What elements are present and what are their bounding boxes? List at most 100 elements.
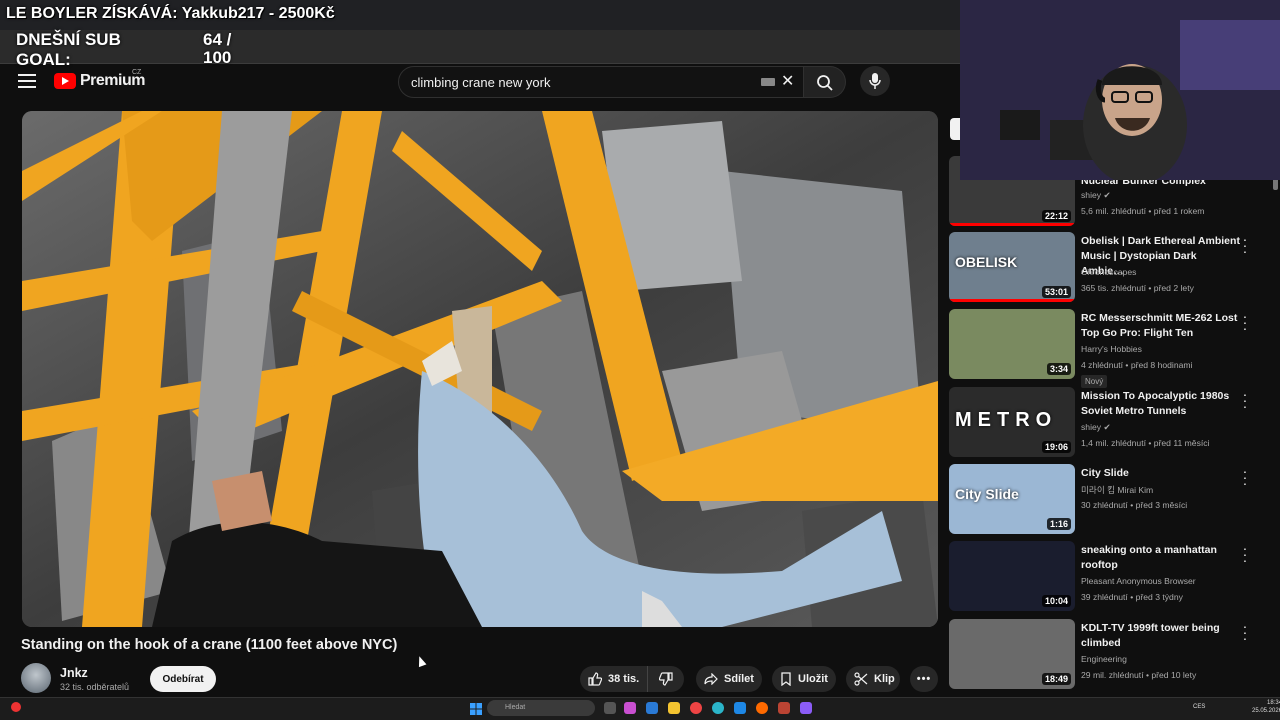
share-button[interactable]: Sdílet — [696, 666, 762, 692]
recommendation-channel[interactable]: Engineering — [1081, 654, 1251, 664]
save-button[interactable]: Uložit — [772, 666, 836, 692]
recommendation-item[interactable]: 22:12 Nuclear Bunker Complex shiey ✔ 5,6 mi… — [949, 156, 1269, 226]
video-duration: 53:01 — [1041, 286, 1071, 298]
app-icon[interactable] — [624, 702, 636, 714]
recommendation-channel[interactable]: Harry's Hobbies — [1081, 344, 1251, 354]
recommendation-channel[interactable]: 미라이 킴 Mirai Kim — [1081, 484, 1251, 496]
notification-icon[interactable] — [10, 700, 22, 712]
hamburger-menu-icon[interactable] — [18, 74, 36, 88]
sidebar-filter-chip[interactable] — [950, 118, 960, 140]
more-options-icon[interactable]: · · · — [1241, 541, 1249, 567]
video-title: Standing on the hook of a crane (1100 fe… — [21, 637, 398, 653]
recommendation-thumbnail[interactable]: OBELISK 53:01 — [949, 232, 1075, 302]
share-label: Sdílet — [724, 673, 754, 685]
app-icon[interactable] — [734, 702, 746, 714]
recommendation-title[interactable]: RC Messerschmitt ME-262 Lost Top Go Pro:… — [1081, 311, 1241, 341]
recommendation-meta: 30 zhlédnutí • před 3 měsíci — [1081, 500, 1188, 510]
tray-date: 25.05.2026 — [1252, 708, 1280, 714]
like-dislike-group: 38 tis. — [580, 666, 684, 692]
channel-name[interactable]: Jnkz — [60, 666, 88, 680]
recommendation-item[interactable]: City Slide 1:16 City Slide 미라이 킴 Mirai Kim 3… — [949, 464, 1269, 534]
app-icon[interactable] — [778, 702, 790, 714]
recommendation-channel[interactable]: Chronoscapes — [1081, 267, 1251, 277]
recommendation-channel[interactable]: Pleasant Anonymous Browser — [1081, 576, 1251, 586]
recommendation-meta: 4 zhlédnutí • před 8 hodinami — [1081, 360, 1193, 370]
tray-time: 18:34 — [1267, 700, 1280, 706]
clear-search-icon[interactable]: ✕ — [781, 72, 794, 92]
mouse-cursor-icon — [415, 654, 427, 668]
microphone-icon — [869, 73, 881, 89]
video-duration: 1:16 — [1046, 518, 1071, 530]
edge-icon[interactable] — [712, 702, 724, 714]
video-player[interactable] — [22, 111, 938, 627]
search-box: ✕ — [398, 66, 804, 98]
chrome-icon[interactable] — [690, 702, 702, 714]
subscribe-button[interactable]: Odebírat — [150, 666, 216, 692]
more-options-icon[interactable]: · · · — [1241, 309, 1249, 335]
recommendation-meta: 365 tis. zhlédnutí • před 2 lety — [1081, 283, 1194, 293]
recommendation-item[interactable]: 10:04 sneaking onto a manhattan rooftop Pl… — [949, 541, 1269, 611]
keyboard-icon[interactable] — [761, 78, 775, 86]
video-duration: 22:12 — [1041, 210, 1071, 222]
watch-progress-bar — [949, 299, 1075, 302]
channel-subscriber-count: 32 tis. odběratelů — [60, 682, 130, 692]
video-duration: 3:34 — [1046, 363, 1071, 375]
like-button[interactable]: 38 tis. — [580, 666, 648, 692]
recommendation-thumbnail[interactable]: METRO 19:06 — [949, 387, 1075, 457]
file-explorer-icon[interactable] — [668, 702, 680, 714]
search-icon — [817, 75, 833, 91]
recommendation-thumbnail[interactable]: 10:04 — [949, 541, 1075, 611]
task-view-icon[interactable] — [604, 702, 616, 714]
app-icon[interactable] — [756, 702, 768, 714]
clip-button[interactable]: Klip — [846, 666, 900, 692]
recommendation-title[interactable]: Mission To Apocalyptic 1980s Soviet Metr… — [1081, 389, 1241, 419]
recommendation-title[interactable]: sneaking onto a manhattan rooftop — [1081, 543, 1241, 573]
app-icon[interactable] — [800, 702, 812, 714]
thumbnail-text: METRO — [955, 409, 1058, 431]
recommendation-meta: 29 mil. zhlédnutí • před 10 lety — [1081, 670, 1197, 680]
more-options-icon[interactable]: · · · — [1241, 619, 1249, 645]
recommendation-meta: 1,4 mil. zhlédnutí • před 11 měsíci — [1081, 438, 1210, 448]
recommendation-channel[interactable]: shiey ✔ — [1081, 422, 1251, 433]
voice-search-button[interactable] — [860, 66, 890, 96]
recommendation-item[interactable]: METRO 19:06 Mission To Apocalyptic 1980s S… — [949, 387, 1269, 457]
video-duration: 19:06 — [1041, 441, 1071, 453]
logo-region-code: CZ — [132, 69, 142, 76]
clip-label: Klip — [874, 673, 895, 685]
taskbar-search-field[interactable]: Hledat — [487, 700, 595, 716]
recommendation-title[interactable]: KDLT-TV 1999ft tower being climbed — [1081, 621, 1241, 651]
recommendation-thumbnail[interactable]: City Slide 1:16 — [949, 464, 1075, 534]
recommendation-thumbnail[interactable]: 3:34 — [949, 309, 1075, 379]
recommendation-item[interactable]: OBELISK 53:01 Obelisk | Dark Ethereal Ambi… — [949, 232, 1269, 302]
search-input[interactable] — [411, 67, 751, 97]
streamer-webcam — [960, 0, 1280, 180]
stream-goal-label: DNEŠNÍ SUB GOAL: — [16, 30, 121, 69]
windows-start-icon[interactable] — [470, 702, 482, 715]
more-options-icon[interactable]: · · · — [1241, 387, 1249, 413]
app-icon[interactable] — [646, 702, 658, 714]
recommendation-thumbnail[interactable]: 18:49 — [949, 619, 1075, 689]
thumbs-down-icon — [659, 672, 673, 686]
stream-goal-value: 64 / 100 — [203, 30, 232, 67]
scissors-icon — [854, 672, 868, 686]
video-duration: 18:49 — [1041, 673, 1071, 685]
stream-donation-banner: LE BOYLER ZÍSKÁVÁ: Yakkub217 - 2500Kč — [6, 5, 335, 22]
recommendation-item[interactable]: 3:34 RC Messerschmitt ME-262 Lost Top Go … — [949, 309, 1269, 388]
dislike-button[interactable] — [648, 666, 684, 692]
channel-avatar[interactable] — [21, 663, 51, 693]
webcam-image — [960, 0, 1280, 180]
recommendation-meta: 39 zhlédnutí • před 3 týdny — [1081, 592, 1183, 602]
more-actions-button[interactable]: ••• — [910, 666, 938, 692]
youtube-play-icon — [54, 73, 76, 89]
save-label: Uložit — [798, 673, 828, 685]
recommendation-channel[interactable]: shiey ✔ — [1081, 190, 1251, 201]
recommendation-item[interactable]: 18:49 KDLT-TV 1999ft tower being climbed E… — [949, 619, 1269, 689]
recommendation-title[interactable]: City Slide — [1081, 466, 1241, 481]
search-button[interactable] — [804, 66, 846, 98]
more-options-icon[interactable]: · · · — [1241, 464, 1249, 490]
like-count: 38 tis. — [608, 673, 640, 685]
tray-clock[interactable]: 18:34 25.05.2026 — [1252, 699, 1280, 715]
bookmark-icon — [781, 672, 791, 686]
more-options-icon[interactable]: · · · — [1241, 232, 1249, 258]
tray-language[interactable]: CES — [1193, 704, 1205, 710]
